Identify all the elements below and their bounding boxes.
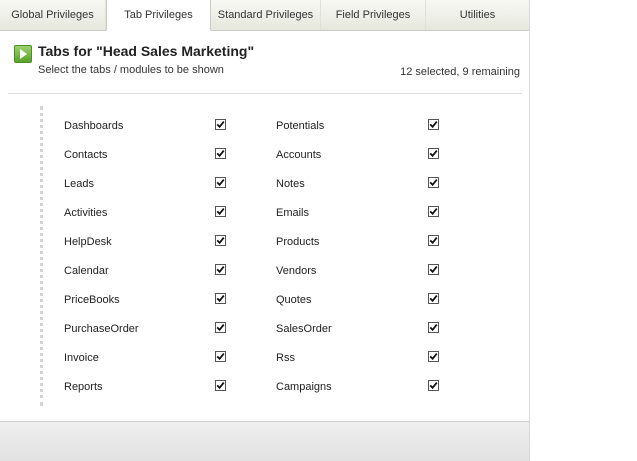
privileges-panel: Global Privileges Tab Privileges Standar… <box>0 0 530 461</box>
module-row: PurchaseOrder SalesOrder <box>43 309 513 338</box>
module-checkbox[interactable] <box>428 119 439 130</box>
page-subtitle: Select the tabs / modules to be shown <box>38 64 224 76</box>
modules-grid: Dashboards Potentials Contacts Accounts Lead… <box>40 106 510 406</box>
module-label: Products <box>276 236 320 248</box>
module-checkbox[interactable] <box>428 148 439 159</box>
check-icon <box>216 237 225 245</box>
check-icon <box>216 208 225 216</box>
module-row: Calendar Vendors <box>43 251 513 280</box>
module-checkbox[interactable] <box>215 235 226 246</box>
module-checkbox[interactable] <box>215 177 226 188</box>
tab-standard-privileges[interactable]: Standard Privileges <box>211 0 321 30</box>
module-label: Emails <box>276 207 310 219</box>
module-checkbox[interactable] <box>428 293 439 304</box>
module-row: Leads Notes <box>43 164 513 193</box>
check-icon <box>216 121 225 129</box>
module-checkbox[interactable] <box>428 235 439 246</box>
module-label: SalesOrder <box>276 323 332 335</box>
module-checkbox[interactable] <box>215 206 226 217</box>
green-arrow-icon <box>14 45 32 63</box>
page-title: Tabs for "Head Sales Marketing" <box>38 43 255 59</box>
module-checkbox[interactable] <box>428 177 439 188</box>
check-icon <box>216 353 225 361</box>
module-label: HelpDesk <box>64 236 112 248</box>
check-icon <box>216 266 225 274</box>
module-label: Leads <box>64 178 94 190</box>
module-row: Reports Campaigns <box>43 367 513 396</box>
check-icon <box>429 382 438 390</box>
module-label: Contacts <box>64 149 108 161</box>
module-row: HelpDesk Products <box>43 222 513 251</box>
module-checkbox[interactable] <box>215 322 226 333</box>
tab-utilities[interactable]: Utilities <box>426 0 529 30</box>
check-icon <box>429 208 438 216</box>
module-label: Calendar <box>64 265 109 277</box>
check-icon <box>216 179 225 187</box>
module-label: Activities <box>64 207 108 219</box>
module-label: PurchaseOrder <box>64 323 139 335</box>
module-label: Invoice <box>64 352 99 364</box>
module-checkbox[interactable] <box>215 264 226 275</box>
check-icon <box>429 237 438 245</box>
module-label: Notes <box>276 178 305 190</box>
module-checkbox[interactable] <box>428 380 439 391</box>
tab-field-privileges[interactable]: Field Privileges <box>321 0 426 30</box>
module-label: Potentials <box>276 120 325 132</box>
module-row: PriceBooks Quotes <box>43 280 513 309</box>
check-icon <box>429 266 438 274</box>
check-icon <box>429 121 438 129</box>
module-checkbox[interactable] <box>428 264 439 275</box>
module-label: Reports <box>64 381 103 393</box>
module-row: Contacts Accounts <box>43 135 513 164</box>
tab-global-privileges[interactable]: Global Privileges <box>0 0 106 30</box>
check-icon <box>216 150 225 158</box>
check-icon <box>429 179 438 187</box>
module-label: Dashboards <box>64 120 124 132</box>
module-label: Campaigns <box>276 381 332 393</box>
check-icon <box>429 324 438 332</box>
module-label: Quotes <box>276 294 312 306</box>
module-label: Accounts <box>276 149 322 161</box>
tab-tab-privileges[interactable]: Tab Privileges <box>106 0 211 31</box>
tab-bar: Global Privileges Tab Privileges Standar… <box>0 0 529 31</box>
check-icon <box>429 353 438 361</box>
module-checkbox[interactable] <box>215 148 226 159</box>
check-icon <box>216 382 225 390</box>
module-checkbox[interactable] <box>215 380 226 391</box>
module-label: Vendors <box>276 265 317 277</box>
module-checkbox[interactable] <box>428 206 439 217</box>
divider <box>8 93 522 94</box>
check-icon <box>429 150 438 158</box>
module-checkbox[interactable] <box>428 351 439 362</box>
module-row: Invoice Rss <box>43 338 513 367</box>
module-checkbox[interactable] <box>215 293 226 304</box>
module-checkbox[interactable] <box>215 351 226 362</box>
module-row: Dashboards Potentials <box>43 106 513 135</box>
module-row: Activities Emails <box>43 193 513 222</box>
selection-count: 12 selected, 9 remaining <box>400 66 520 78</box>
footer-bar <box>0 421 529 461</box>
module-label: PriceBooks <box>64 294 120 306</box>
module-checkbox[interactable] <box>428 322 439 333</box>
check-icon <box>216 295 225 303</box>
module-label: Rss <box>276 352 295 364</box>
check-icon <box>429 295 438 303</box>
check-icon <box>216 324 225 332</box>
module-checkbox[interactable] <box>215 119 226 130</box>
